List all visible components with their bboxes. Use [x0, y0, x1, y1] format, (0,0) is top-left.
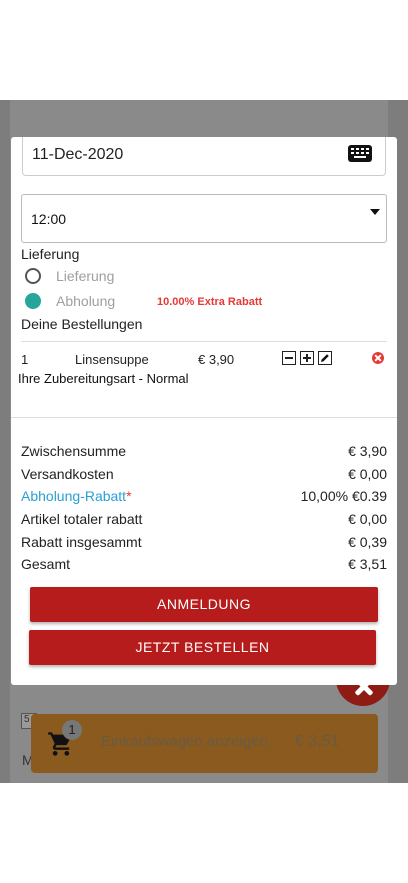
- summary-shipping-row: Versandkosten € 0,00: [21, 466, 387, 486]
- summary-total-row: Gesamt € 3,51: [21, 556, 387, 576]
- order-item-row: 1 Linsensuppe € 3,90: [21, 351, 387, 371]
- view-cart-button[interactable]: 1 Einkaufswagen anzeigen € 3,51: [31, 714, 378, 773]
- summary-item-discount-row: Artikel totaler rabatt € 0,00: [21, 511, 387, 531]
- time-value: 12:00: [31, 211, 67, 227]
- total-discount-value: € 0,39: [348, 534, 387, 550]
- radio-label: Lieferung: [56, 268, 115, 284]
- orders-section-label: Deine Bestellungen: [21, 316, 143, 332]
- shipping-value: € 0,00: [348, 466, 387, 482]
- radio-selected-icon[interactable]: [25, 293, 41, 309]
- extra-discount-badge: 10.00% Extra Rabatt: [157, 296, 263, 308]
- keyboard-icon[interactable]: [348, 145, 372, 162]
- summary-pickup-discount-row: Abholung-Rabatt* 10,00% €0.39: [21, 488, 387, 508]
- item-preparation: Ihre Zubereitungsart - Normal: [18, 371, 189, 386]
- order-modal: 11-Dec-2020 12:00 Lieferung Lieferung Ab…: [11, 137, 397, 685]
- radio-label: Abholung 10.00% Extra Rabatt: [56, 293, 263, 309]
- pickup-discount-value: 10,00% €0.39: [300, 488, 387, 504]
- item-discount-value: € 0,00: [348, 511, 387, 527]
- decrease-quantity-icon[interactable]: [282, 351, 296, 365]
- divider: [11, 417, 397, 418]
- divider: [21, 341, 387, 342]
- summary-total-discount-row: Rabatt insgesammt € 0,39: [21, 534, 387, 554]
- item-name: Linsensuppe: [75, 352, 149, 367]
- item-price: € 3,90: [198, 352, 235, 367]
- edit-item-icon[interactable]: [318, 351, 332, 365]
- cart-total: € 3,51: [295, 733, 340, 750]
- date-input[interactable]: 11-Dec-2020: [22, 137, 386, 176]
- shipping-label: Versandkosten: [21, 466, 114, 482]
- pickup-discount-link[interactable]: Abholung-Rabatt*: [21, 488, 132, 504]
- date-value: 11-Dec-2020: [32, 146, 124, 163]
- cart-count-badge: 1: [62, 720, 82, 740]
- total-label: Gesamt: [21, 556, 71, 572]
- radio-unselected-icon[interactable]: [25, 268, 41, 284]
- summary-subtotal-row: Zwischensumme € 3,90: [21, 443, 387, 463]
- dropdown-caret-icon: [370, 209, 380, 215]
- subtotal-value: € 3,90: [348, 443, 387, 459]
- increase-quantity-icon[interactable]: [300, 351, 314, 365]
- remove-item-icon[interactable]: [372, 352, 384, 364]
- time-select[interactable]: 12:00: [21, 194, 387, 243]
- cart-label: Einkaufswagen anzeigen: [101, 733, 268, 750]
- page: 5 M 1 Einkaufswagen anzeigen € 3,51 11-D…: [0, 0, 408, 883]
- subtotal-label: Zwischensumme: [21, 443, 127, 459]
- total-discount-label: Rabatt insgesammt: [21, 534, 142, 550]
- item-quantity: 1: [21, 352, 29, 367]
- delivery-section-label: Lieferung: [21, 246, 80, 262]
- order-now-button[interactable]: JETZT BESTELLEN: [29, 630, 376, 665]
- total-value: € 3,51: [348, 556, 387, 572]
- login-button[interactable]: ANMELDUNG: [30, 587, 378, 622]
- item-discount-label: Artikel totaler rabatt: [21, 511, 143, 527]
